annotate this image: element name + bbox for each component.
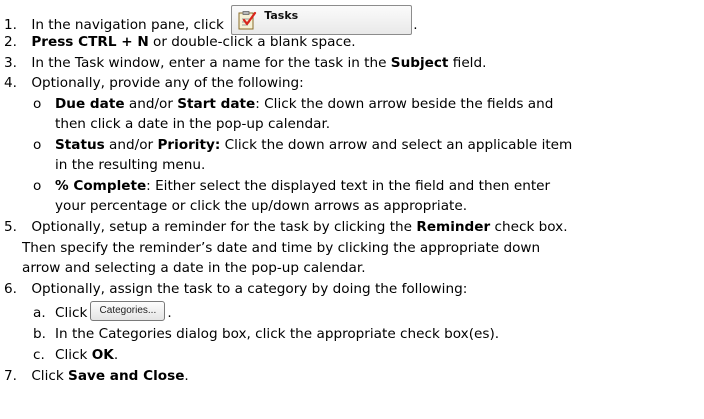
bullet-marker: o bbox=[33, 178, 42, 194]
bullet-text-end: : Click the down arrow beside the fields… bbox=[255, 96, 554, 112]
sub-step-text: Click bbox=[55, 305, 88, 321]
sub-step-letter: b. bbox=[33, 326, 46, 342]
step-number: 5. bbox=[4, 219, 17, 235]
categories-button[interactable]: Categories... bbox=[90, 301, 166, 321]
step-4-bullet-status: o Status and/or Priority: Click the down … bbox=[33, 135, 572, 155]
step-number: 2. bbox=[4, 34, 17, 50]
tasks-navigation-button[interactable]: Tasks bbox=[231, 5, 413, 35]
bullet-text-end: : Either select the displayed text in th… bbox=[146, 178, 551, 194]
sub-step-letter: c. bbox=[33, 347, 45, 363]
sub-step-letter: a. bbox=[33, 305, 46, 321]
step-6c: c. Click OK. bbox=[33, 345, 118, 365]
step-6a: a. Click Categories.... bbox=[33, 301, 172, 325]
step-5-cont-2: arrow and selecting a date in the pop-up… bbox=[22, 260, 366, 276]
step-5-cont-1: Then specify the reminder’s date and tim… bbox=[22, 240, 541, 256]
step-text: Optionally, provide any of the following… bbox=[31, 75, 304, 91]
sub-step-text-end: . bbox=[113, 347, 119, 363]
step-text: In the navigation pane, click bbox=[31, 17, 224, 33]
step-text-end: check box. bbox=[490, 219, 568, 235]
step-4-bullet-complete: o % Complete: Either select the displayed… bbox=[33, 176, 550, 196]
step-text: Optionally, assign the task to a categor… bbox=[31, 281, 468, 297]
bullet-marker: o bbox=[33, 137, 42, 153]
step-3: 3. In the Task window, enter a name for … bbox=[4, 53, 486, 73]
step-number: 7. bbox=[4, 368, 17, 384]
step-bold-text: Reminder bbox=[416, 219, 491, 235]
step-number: 1. bbox=[4, 17, 17, 33]
step-2: 2. Press CTRL + N or double-click a blan… bbox=[4, 32, 356, 52]
bullet-marker: o bbox=[33, 96, 42, 112]
sub-step-text: Click bbox=[55, 347, 92, 363]
bullet-text-end: Click the down arrow and select an appli… bbox=[220, 137, 573, 153]
step-7: 7. Click Save and Close. bbox=[4, 366, 189, 386]
bullet-bold-text: % Complete bbox=[55, 178, 147, 194]
step-number: 3. bbox=[4, 55, 17, 71]
tasks-button-label: Tasks bbox=[264, 9, 299, 22]
step-number: 4. bbox=[4, 75, 17, 91]
bullet-bold-text-2: Priority: bbox=[157, 137, 221, 153]
sub-step-text: In the Categories dialog box, click the … bbox=[55, 326, 500, 342]
bullet-bold-text: Due date bbox=[55, 96, 125, 112]
step-5: 5. Optionally, setup a reminder for the … bbox=[4, 217, 568, 237]
step-6: 6. Optionally, assign the task to a cate… bbox=[4, 279, 467, 299]
step-text-end: . bbox=[413, 17, 418, 33]
sub-step-text-end: . bbox=[167, 305, 172, 321]
bullet-bold-text: Status bbox=[55, 137, 105, 153]
step-text-end: field. bbox=[448, 55, 487, 71]
step-4: 4. Optionally, provide any of the follow… bbox=[4, 73, 304, 93]
bullet-text: and/or bbox=[104, 137, 158, 153]
step-6b: b. In the Categories dialog box, click th… bbox=[33, 324, 499, 344]
step-text: Click bbox=[31, 368, 69, 384]
step-4-bullet-complete-cont: your percentage or click the up/down arr… bbox=[55, 198, 468, 214]
step-text: or double-click a blank space. bbox=[148, 34, 356, 50]
step-4-bullet-due-date-cont: then click a date in the pop-up calendar… bbox=[55, 116, 331, 132]
tasks-clipboard-icon bbox=[238, 11, 257, 30]
step-bold-text: Press CTRL + N bbox=[31, 34, 149, 50]
bullet-bold-text-2: Start date bbox=[177, 96, 256, 112]
sub-step-bold-text: OK bbox=[91, 347, 114, 363]
step-text: In the Task window, enter a name for the… bbox=[31, 55, 391, 71]
bullet-text: and/or bbox=[124, 96, 178, 112]
step-bold-text: Save and Close bbox=[68, 368, 185, 384]
step-text: Optionally, setup a reminder for the tas… bbox=[31, 219, 417, 235]
step-text-end: . bbox=[184, 368, 189, 384]
step-4-bullet-due-date: o Due date and/or Start date: Click the d… bbox=[33, 94, 553, 114]
step-bold-text: Subject bbox=[390, 55, 449, 71]
step-number: 6. bbox=[4, 281, 17, 297]
step-4-bullet-status-cont: in the resulting menu. bbox=[55, 157, 206, 173]
